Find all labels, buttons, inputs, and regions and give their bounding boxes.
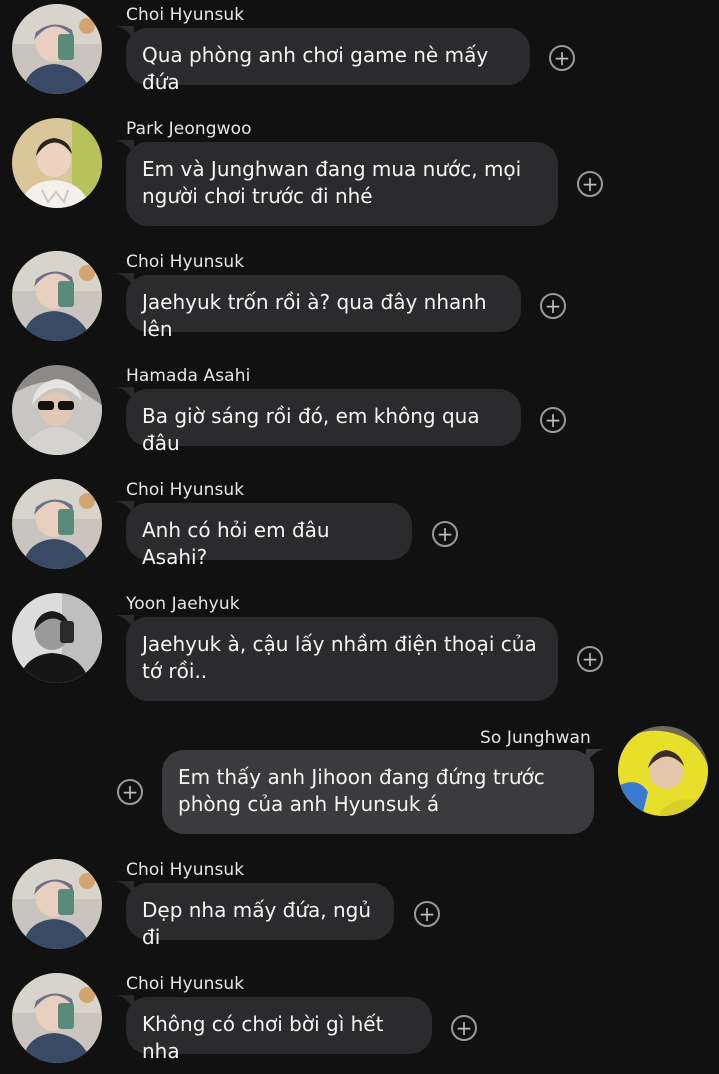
message-text: Jaehyuk à, cậu lấy nhầm điện thoại của t… bbox=[142, 632, 537, 683]
add-reaction-button[interactable]: + bbox=[549, 45, 575, 71]
message-bubble[interactable]: Qua phòng anh chơi game nè mấy đứa bbox=[126, 28, 530, 94]
message-bubble[interactable]: Dẹp nha mấy đứa, ngủ đi bbox=[126, 883, 394, 949]
add-reaction-button[interactable]: + bbox=[432, 521, 458, 547]
hyunsuk-avatar[interactable] bbox=[12, 859, 102, 949]
plus-icon: + bbox=[581, 647, 599, 671]
message-bubble[interactable]: Jaehyuk à, cậu lấy nhầm điện thoại của t… bbox=[126, 617, 558, 701]
message-bubble[interactable]: Em và Junghwan đang mua nước, mọi người … bbox=[126, 142, 558, 226]
add-reaction-button[interactable]: + bbox=[451, 1015, 477, 1041]
message-bubble[interactable]: Anh có hỏi em đâu Asahi? bbox=[126, 503, 412, 569]
message-text: Em thấy anh Jihoon đang đứng trước phòng… bbox=[178, 765, 545, 816]
message-bubble[interactable]: Jaehyuk trốn rồi à? qua đây nhanh lên bbox=[126, 275, 521, 341]
jaehyuk-avatar[interactable] bbox=[12, 593, 102, 683]
message-bubble[interactable]: Không có chơi bời gì hết nha bbox=[126, 997, 432, 1063]
plus-icon: + bbox=[436, 522, 454, 546]
add-reaction-button[interactable]: + bbox=[540, 407, 566, 433]
hyunsuk-avatar[interactable] bbox=[12, 973, 102, 1063]
message-text: Em và Junghwan đang mua nước, mọi người … bbox=[142, 157, 522, 208]
sender-name: Choi Hyunsuk bbox=[126, 252, 245, 272]
message-text: Dẹp nha mấy đứa, ngủ đi bbox=[142, 898, 372, 949]
plus-icon: + bbox=[544, 294, 562, 318]
plus-icon: + bbox=[455, 1016, 473, 1040]
plus-icon: + bbox=[553, 46, 571, 70]
sender-name: Choi Hyunsuk bbox=[126, 5, 245, 25]
sender-name: Choi Hyunsuk bbox=[126, 480, 245, 500]
sender-name: Choi Hyunsuk bbox=[126, 860, 245, 880]
hyunsuk-avatar[interactable] bbox=[12, 4, 102, 94]
message-text: Qua phòng anh chơi game nè mấy đứa bbox=[142, 43, 489, 94]
message-text: Anh có hỏi em đâu Asahi? bbox=[142, 518, 330, 569]
asahi-avatar[interactable] bbox=[12, 365, 102, 455]
add-reaction-button[interactable]: + bbox=[414, 901, 440, 927]
plus-icon: + bbox=[581, 172, 599, 196]
plus-icon: + bbox=[544, 408, 562, 432]
add-reaction-button[interactable]: + bbox=[577, 171, 603, 197]
hyunsuk-avatar[interactable] bbox=[12, 251, 102, 341]
sender-name: Hamada Asahi bbox=[126, 366, 251, 386]
sender-name: Yoon Jaehyuk bbox=[126, 594, 240, 614]
add-reaction-button[interactable]: + bbox=[117, 779, 143, 805]
message-text: Jaehyuk trốn rồi à? qua đây nhanh lên bbox=[142, 290, 487, 341]
jeongwoo-avatar[interactable] bbox=[12, 118, 102, 208]
plus-icon: + bbox=[121, 780, 139, 804]
junghwan-avatar[interactable] bbox=[618, 726, 708, 816]
plus-icon: + bbox=[418, 902, 436, 926]
message-text: Ba giờ sáng rồi đó, em không qua đâu bbox=[142, 404, 480, 455]
message-bubble[interactable]: Ba giờ sáng rồi đó, em không qua đâu bbox=[126, 389, 521, 455]
message-bubble[interactable]: Em thấy anh Jihoon đang đứng trước phòng… bbox=[162, 750, 594, 834]
message-text: Không có chơi bời gì hết nha bbox=[142, 1012, 384, 1063]
hyunsuk-avatar[interactable] bbox=[12, 479, 102, 569]
sender-name: Park Jeongwoo bbox=[126, 119, 252, 139]
sender-name: So Junghwan bbox=[480, 728, 591, 748]
add-reaction-button[interactable]: + bbox=[577, 646, 603, 672]
sender-name: Choi Hyunsuk bbox=[126, 974, 245, 994]
add-reaction-button[interactable]: + bbox=[540, 293, 566, 319]
